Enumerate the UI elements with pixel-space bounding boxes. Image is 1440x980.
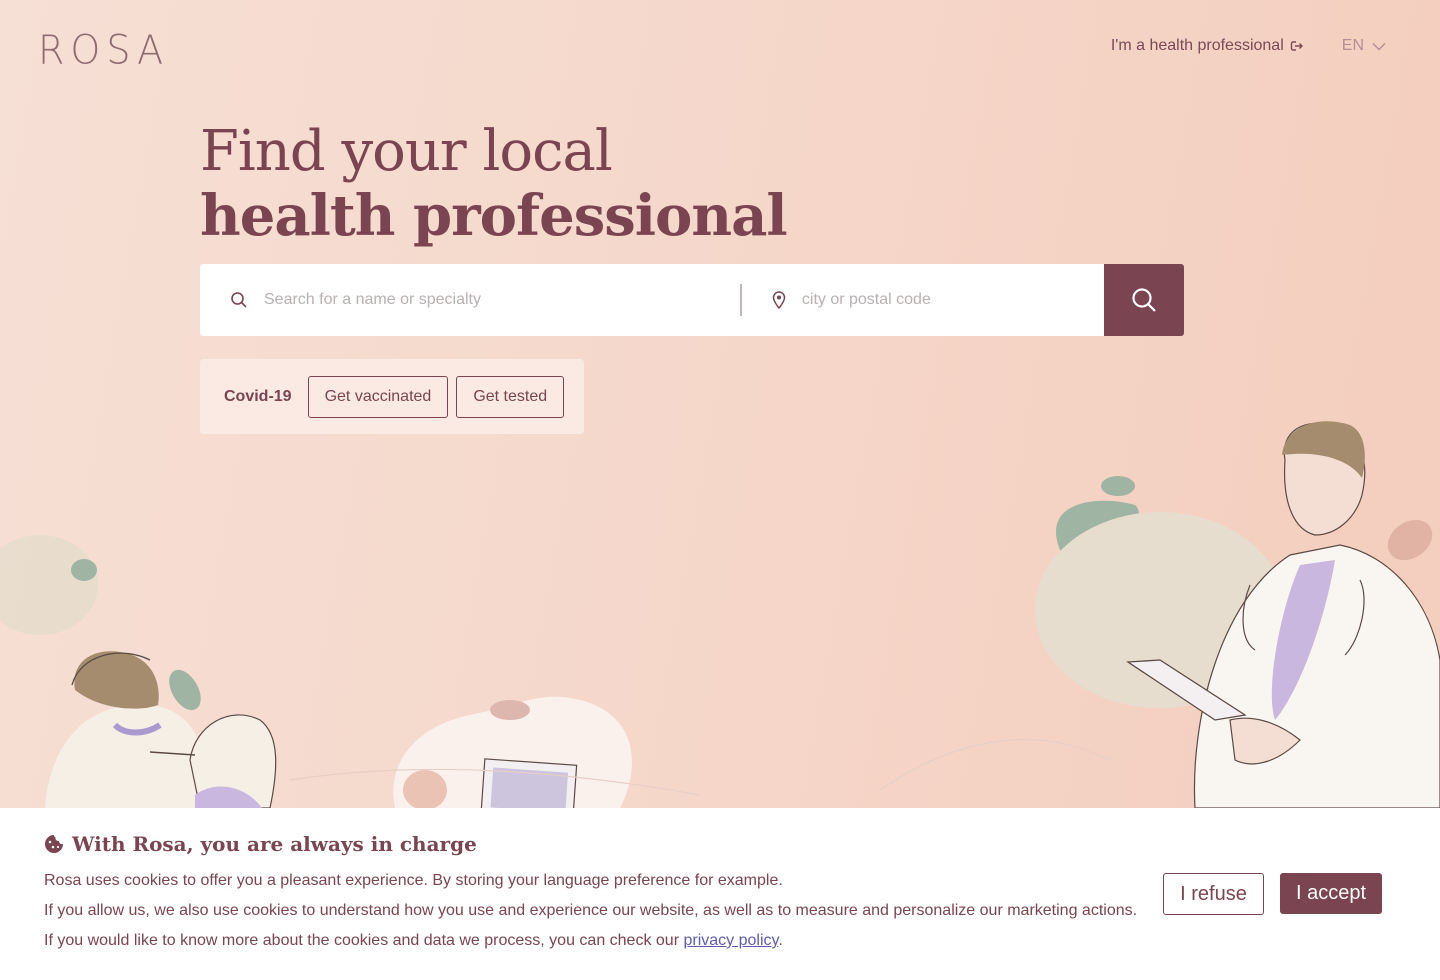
- language-selector[interactable]: EN: [1342, 37, 1386, 55]
- cookie-title-text: With Rosa, you are always in charge: [72, 832, 477, 856]
- doctor-illustration: [1035, 421, 1440, 808]
- cookie-line-2: If you allow us, we also use cookies to …: [44, 902, 1138, 919]
- hero-title-line1: Find your local: [200, 119, 613, 184]
- cookie-icon: [45, 835, 63, 853]
- rosa-logo[interactable]: ROSA: [38, 27, 169, 73]
- external-link-icon: [1290, 41, 1303, 51]
- location-pin-icon: [772, 291, 786, 309]
- covid-label: Covid-19: [224, 387, 292, 405]
- get-tested-button[interactable]: Get tested: [456, 375, 565, 418]
- name-search-field: [200, 264, 740, 336]
- city-search-field: [742, 264, 1105, 336]
- health-professional-label: I'm a health professional: [1110, 37, 1284, 54]
- left-leaf: [71, 559, 97, 581]
- chevron-down-icon: [1372, 42, 1386, 51]
- language-label: EN: [1341, 37, 1364, 54]
- dentist-illustration: [45, 651, 277, 808]
- search-button[interactable]: [1104, 264, 1184, 336]
- covid-panel: Covid-19 Get vaccinated Get tested: [200, 359, 584, 434]
- name-search-input[interactable]: [264, 291, 740, 309]
- top-nav: I'm a health professional EN: [1111, 37, 1386, 55]
- center-illustration: [393, 696, 632, 808]
- cookie-line-1: Rosa uses cookies to offer you a pleasan…: [44, 872, 783, 889]
- cookie-banner: With Rosa, you are always in charge Rosa…: [0, 808, 1440, 980]
- hero-title: Find your local health professional: [200, 119, 788, 249]
- hero-title-line2: health professional: [200, 183, 788, 249]
- accept-cookies-button[interactable]: I accept: [1280, 873, 1382, 914]
- cookie-line-3: If you would like to know more about the…: [44, 926, 1137, 956]
- refuse-cookies-button[interactable]: I refuse: [1163, 873, 1264, 915]
- city-search-input[interactable]: [801, 291, 1105, 309]
- cookie-title: With Rosa, you are always in charge: [44, 832, 477, 856]
- cookie-text: Rosa uses cookies to offer you a pleasan…: [44, 866, 1137, 956]
- get-vaccinated-button[interactable]: Get vaccinated: [307, 375, 449, 418]
- cookie-line-3-suffix: .: [778, 932, 783, 949]
- search-icon: [230, 291, 248, 309]
- cookie-line-3-prefix: If you would like to know more about the…: [44, 932, 684, 949]
- search-icon: [1132, 288, 1156, 312]
- search-bar: [200, 264, 1184, 336]
- privacy-policy-link[interactable]: privacy policy: [683, 932, 778, 949]
- left-blob: [0, 535, 98, 635]
- health-professional-link[interactable]: I'm a health professional: [1111, 37, 1304, 55]
